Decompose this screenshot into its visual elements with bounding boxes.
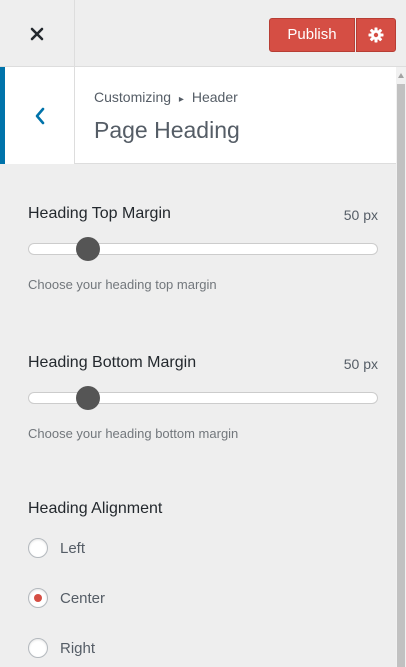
scrollbar[interactable] — [396, 67, 406, 667]
bottom-margin-description: Choose your heading bottom margin — [28, 426, 239, 441]
close-icon — [30, 27, 44, 40]
bottom-margin-value: 50 px — [343, 356, 378, 372]
breadcrumb-separator: ▸ — [178, 94, 184, 105]
radio-label-right: Right — [60, 639, 96, 657]
page-title: Page Heading — [94, 117, 240, 143]
alignment-option-right[interactable]: Right — [28, 636, 95, 660]
top-margin-slider-thumb[interactable] — [76, 237, 101, 261]
radio-button[interactable] — [28, 538, 48, 558]
radio-button[interactable] — [28, 638, 48, 658]
gear-icon — [368, 27, 384, 43]
section-header: Customizing ▸ Header Page Heading — [0, 67, 396, 164]
breadcrumb-root: Customizing — [94, 89, 172, 105]
scrollbar-thumb[interactable] — [397, 84, 405, 667]
radio-label-center: Center — [60, 589, 106, 607]
scroll-up-icon[interactable] — [398, 73, 404, 78]
top-margin-description: Choose your heading top margin — [28, 277, 217, 292]
alignment-option-center[interactable]: Center — [28, 586, 105, 610]
bottom-margin-slider-thumb[interactable] — [76, 386, 101, 410]
bottom-margin-title: Heading Bottom Margin — [28, 354, 197, 371]
publish-group: Publish — [269, 18, 396, 52]
close-button[interactable] — [0, 0, 75, 67]
alignment-title: Heading Alignment — [28, 500, 163, 517]
publish-button[interactable]: Publish — [269, 18, 355, 52]
breadcrumb-parent: Header — [191, 89, 238, 105]
breadcrumb: Customizing ▸ Header — [94, 89, 238, 105]
top-margin-title: Heading Top Margin — [28, 205, 171, 222]
top-margin-slider[interactable] — [28, 237, 378, 261]
bottom-margin-slider[interactable] — [28, 386, 378, 410]
publish-settings-button[interactable] — [356, 18, 396, 52]
chevron-left-icon — [35, 107, 44, 124]
back-button[interactable] — [0, 67, 75, 164]
customizer-topbar: Publish — [0, 0, 406, 67]
radio-selected-dot — [34, 594, 42, 602]
top-margin-value: 50 px — [343, 207, 378, 223]
alignment-option-left[interactable]: Left — [28, 536, 85, 560]
radio-button[interactable] — [28, 588, 48, 608]
radio-label-left: Left — [60, 539, 86, 557]
